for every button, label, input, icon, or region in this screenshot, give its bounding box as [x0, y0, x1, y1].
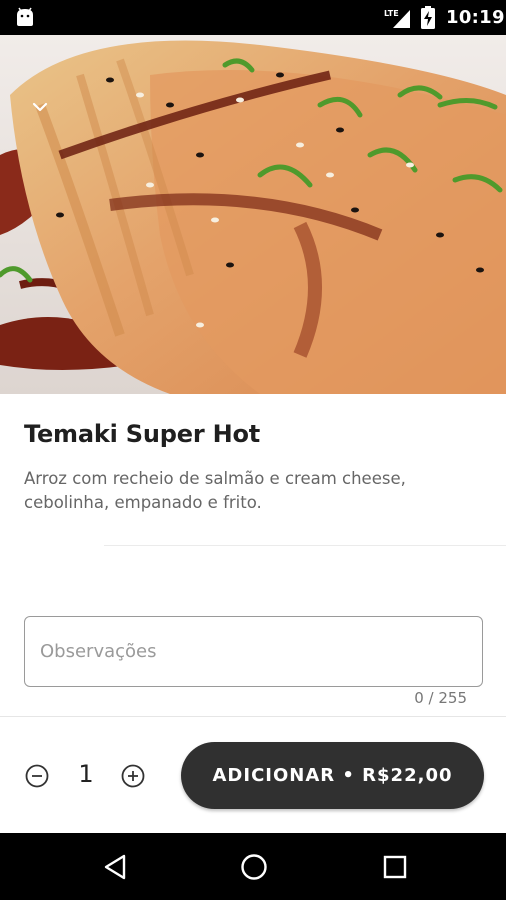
product-description: Arroz com recheio de salmão e cream chee…: [24, 469, 406, 512]
plus-circle-icon[interactable]: [121, 764, 145, 788]
character-counter: 0 / 255: [414, 689, 467, 707]
footer-divider: [0, 716, 506, 717]
observations-input[interactable]: [25, 617, 482, 686]
chevron-down-icon[interactable]: [28, 97, 52, 117]
product-image: [0, 35, 506, 394]
observations-field[interactable]: [24, 616, 483, 687]
divider: [104, 545, 506, 546]
network-label: LTE: [384, 9, 399, 18]
recents-square-icon[interactable]: [382, 854, 408, 880]
product-title: Temaki Super Hot: [24, 420, 261, 448]
temaki-photo-illustration: [0, 35, 506, 394]
android-icon: [17, 7, 33, 26]
minus-circle-icon[interactable]: [25, 764, 49, 788]
status-bar: LTE 10:19: [0, 0, 506, 35]
lte-signal-icon: LTE: [384, 9, 410, 28]
battery-charging-icon: [421, 6, 435, 29]
status-time: 10:19: [446, 7, 505, 28]
system-navigation-bar: [0, 833, 506, 900]
home-circle-icon[interactable]: [239, 852, 269, 882]
add-to-cart-button[interactable]: ADICIONAR • R$22,00: [181, 742, 484, 809]
back-triangle-icon[interactable]: [102, 853, 128, 881]
quantity-value: 1: [78, 760, 94, 788]
